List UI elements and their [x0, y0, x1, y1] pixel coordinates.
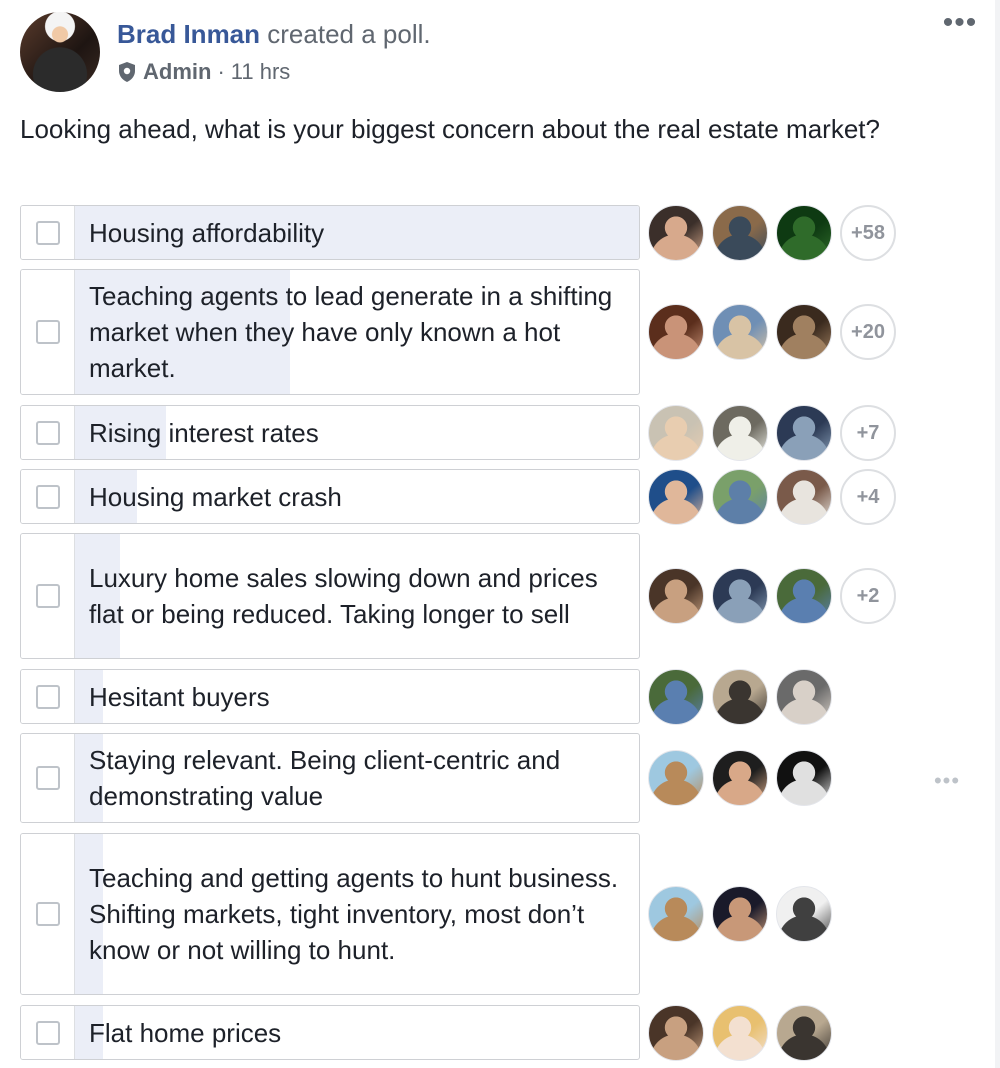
voter-avatar[interactable]: [712, 669, 768, 725]
voter-avatar[interactable]: [776, 568, 832, 624]
voter-avatar[interactable]: [712, 304, 768, 360]
option-checkbox-cell[interactable]: [21, 270, 75, 394]
voter-avatar[interactable]: [648, 469, 704, 525]
option-more-button[interactable]: •••: [932, 770, 962, 792]
option-checkbox-cell[interactable]: [21, 834, 75, 994]
option-checkbox-cell[interactable]: [21, 670, 75, 723]
poll-option-row[interactable]: Housing affordability: [20, 205, 640, 260]
option-checkbox-cell[interactable]: [21, 470, 75, 523]
option-checkbox-cell[interactable]: [21, 406, 75, 459]
poll-option-row[interactable]: Staying relevant. Being client-centric a…: [20, 733, 640, 823]
option-checkbox-cell[interactable]: [21, 534, 75, 658]
meta-separator: ·: [217, 59, 225, 84]
voter-avatar[interactable]: [776, 750, 832, 806]
voter-avatar[interactable]: [648, 405, 704, 461]
poll-option-row[interactable]: Housing market crash: [20, 469, 640, 524]
poll-option-row[interactable]: Teaching agents to lead generate in a sh…: [20, 269, 640, 395]
more-voters-count[interactable]: +58: [840, 205, 896, 261]
voter-avatar[interactable]: [712, 886, 768, 942]
voter-avatar[interactable]: [776, 205, 832, 261]
option-voters: +4: [648, 469, 896, 525]
option-checkbox[interactable]: [35, 684, 60, 709]
author-line: Brad Inman created a poll.: [117, 18, 431, 50]
post-options-button[interactable]: •••: [942, 8, 978, 38]
option-checkbox[interactable]: [35, 220, 60, 245]
post-meta: Admin · 11 hrs: [117, 58, 290, 86]
option-voters: [648, 750, 832, 806]
option-voters: [648, 886, 832, 942]
author-avatar[interactable]: [20, 12, 100, 92]
admin-badge-label[interactable]: Admin: [143, 58, 211, 86]
option-voters: +58: [648, 205, 896, 261]
option-checkbox-cell[interactable]: [21, 206, 75, 259]
more-voters-count[interactable]: +2: [840, 568, 896, 624]
voter-avatar[interactable]: [648, 304, 704, 360]
option-voters: +2: [648, 568, 896, 624]
author-name-link[interactable]: Brad Inman: [117, 19, 260, 49]
more-voters-count[interactable]: +20: [840, 304, 896, 360]
voter-avatar[interactable]: [648, 1005, 704, 1061]
option-checkbox-cell[interactable]: [21, 1006, 75, 1059]
voter-avatar[interactable]: [648, 669, 704, 725]
post-timestamp[interactable]: 11 hrs: [231, 58, 291, 86]
voter-avatar[interactable]: [776, 469, 832, 525]
option-label: Housing market crash: [89, 481, 342, 512]
poll-option-row[interactable]: Rising interest rates: [20, 405, 640, 460]
option-label: Hesitant buyers: [89, 681, 270, 712]
voter-avatar[interactable]: [712, 1005, 768, 1061]
poll-option-row[interactable]: Luxury home sales slowing down and price…: [20, 533, 640, 659]
option-checkbox[interactable]: [35, 1020, 60, 1045]
option-checkbox-cell[interactable]: [21, 734, 75, 822]
poll-option-row[interactable]: Teaching and getting agents to hunt busi…: [20, 833, 640, 995]
voter-avatar[interactable]: [648, 750, 704, 806]
voter-avatar[interactable]: [776, 304, 832, 360]
voter-avatar[interactable]: [776, 886, 832, 942]
post-action-text: created a poll.: [267, 19, 431, 49]
voter-avatar[interactable]: [712, 469, 768, 525]
post-header: Brad Inman created a poll. Admin · 11 hr…: [20, 8, 980, 92]
voter-avatar[interactable]: [776, 1005, 832, 1061]
option-label: Staying relevant. Being client-centric a…: [89, 745, 561, 811]
option-label: Housing affordability: [89, 217, 325, 248]
option-voters: [648, 1005, 832, 1061]
voter-avatar[interactable]: [776, 405, 832, 461]
option-checkbox[interactable]: [35, 902, 60, 926]
poll-question: Looking ahead, what is your biggest conc…: [20, 114, 880, 144]
voter-avatar[interactable]: [648, 205, 704, 261]
option-label: Rising interest rates: [89, 417, 319, 448]
scrollbar[interactable]: [995, 0, 1000, 1068]
voter-avatar[interactable]: [712, 205, 768, 261]
option-label: Flat home prices: [89, 1017, 282, 1048]
voter-avatar[interactable]: [712, 568, 768, 624]
more-voters-count[interactable]: +7: [840, 405, 896, 461]
poll-option-row[interactable]: Hesitant buyers: [20, 669, 640, 724]
option-voters: [648, 669, 832, 725]
poll-option-row[interactable]: Flat home prices: [20, 1005, 640, 1060]
voter-avatar[interactable]: [776, 669, 832, 725]
voter-avatar[interactable]: [648, 886, 704, 942]
option-checkbox[interactable]: [35, 320, 60, 344]
option-checkbox[interactable]: [35, 766, 60, 790]
more-voters-count[interactable]: +4: [840, 469, 896, 525]
option-checkbox[interactable]: [35, 484, 60, 509]
option-label: Teaching and getting agents to hunt busi…: [89, 863, 619, 965]
option-label: Teaching agents to lead generate in a sh…: [89, 281, 613, 383]
option-voters: +20: [648, 304, 896, 360]
option-voters: +7: [648, 405, 896, 461]
admin-shield-icon: [117, 61, 137, 83]
voter-avatar[interactable]: [712, 405, 768, 461]
option-label: Luxury home sales slowing down and price…: [89, 563, 598, 629]
option-checkbox[interactable]: [35, 420, 60, 445]
option-checkbox[interactable]: [35, 584, 60, 608]
voter-avatar[interactable]: [712, 750, 768, 806]
voter-avatar[interactable]: [648, 568, 704, 624]
